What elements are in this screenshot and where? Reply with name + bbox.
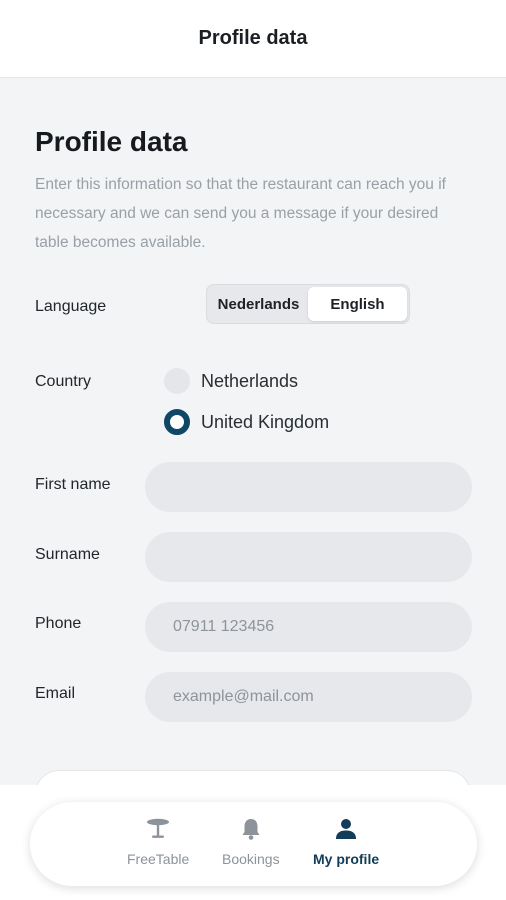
tab-freetable[interactable]: FreeTable (127, 816, 189, 867)
language-toggle: Nederlands English (206, 284, 410, 324)
main-content: Profile data Enter this information so t… (0, 78, 506, 900)
tab-my-profile[interactable]: My profile (313, 816, 379, 867)
language-option-nederlands[interactable]: Nederlands (209, 287, 308, 321)
phone-label: Phone (35, 615, 82, 632)
language-label: Language (35, 298, 107, 315)
first-name-label: First name (35, 476, 111, 493)
country-option-united-kingdom[interactable]: United Kingdom (164, 409, 329, 435)
radio-checked-icon[interactable] (164, 409, 190, 435)
bell-icon (238, 816, 264, 842)
tab-label: FreeTable (127, 851, 190, 867)
bottom-tab-bar: FreeTable Bookings My profile (30, 802, 477, 886)
email-label: Email (35, 685, 76, 702)
country-option-netherlands[interactable]: Netherlands (164, 368, 298, 394)
country-option-label: United Kingdom (201, 411, 330, 432)
phone-field[interactable] (145, 602, 472, 652)
top-bar: Profile data (0, 0, 506, 78)
header-title: Profile data (198, 27, 308, 49)
page-description: Enter this information so that the resta… (35, 176, 446, 251)
surname-label: Surname (35, 546, 100, 563)
tab-label: My profile (313, 851, 380, 867)
first-name-field[interactable] (145, 462, 472, 512)
language-option-english[interactable]: English (308, 287, 407, 321)
country-option-label: Netherlands (201, 370, 299, 391)
tab-bookings[interactable]: Bookings (222, 816, 280, 867)
country-label: Country (35, 373, 92, 390)
page-title: Profile data (35, 126, 188, 157)
person-icon (333, 816, 359, 842)
table-icon (145, 816, 171, 842)
email-field[interactable] (145, 672, 472, 722)
surname-field[interactable] (145, 532, 472, 582)
radio-unchecked-icon[interactable] (164, 368, 190, 394)
tab-label: Bookings (222, 851, 280, 867)
